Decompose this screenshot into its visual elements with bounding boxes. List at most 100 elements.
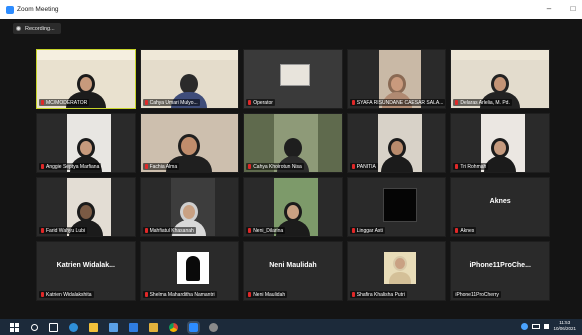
participant-name: Shafira Khalisha Putri bbox=[356, 291, 405, 298]
mic-muted-icon bbox=[455, 100, 459, 105]
settings-icon[interactable] bbox=[209, 322, 218, 332]
video-tile[interactable]: Tri Rohmah bbox=[450, 113, 550, 173]
file-explorer-icon[interactable] bbox=[89, 322, 98, 332]
participant-name: Neni_Dilarina bbox=[253, 227, 284, 234]
video-tile[interactable]: Mahfiatul Khasanah bbox=[139, 177, 240, 237]
mic-muted-icon bbox=[41, 164, 44, 169]
video-tile[interactable]: Cahya Khoirotun Nisa bbox=[243, 113, 343, 173]
profile-picture bbox=[383, 252, 416, 284]
mic-muted-icon bbox=[144, 100, 148, 105]
participant-name: PANITIA bbox=[356, 163, 376, 170]
participant-video-icon bbox=[380, 138, 413, 172]
participant-name: Aknes bbox=[460, 227, 475, 234]
video-tile[interactable]: PANITIA bbox=[346, 113, 447, 173]
task-view-icon[interactable] bbox=[49, 322, 58, 332]
recording-label: Recording... bbox=[25, 25, 55, 32]
participant-name: Mahfiatul Khasanah bbox=[149, 227, 194, 234]
video-tile[interactable]: Neni_Dilarina bbox=[243, 177, 343, 237]
recording-indicator[interactable]: Recording... bbox=[13, 23, 61, 34]
zoom-icon[interactable] bbox=[189, 322, 198, 332]
mic-muted-icon bbox=[248, 164, 252, 169]
participant-name: iPhone11ProCherry bbox=[455, 291, 499, 298]
dropbox-icon[interactable] bbox=[129, 322, 138, 332]
gallery-row: MC/MODERATOR Cahya Umari Mulyo... Operat… bbox=[36, 49, 550, 109]
chrome-icon[interactable] bbox=[169, 322, 178, 332]
participant-name: Farid Wahyu Lubi bbox=[46, 227, 85, 234]
mic-muted-icon bbox=[144, 164, 148, 169]
video-tile[interactable]: SYAFA RISUNDANE CAESAR SALA... bbox=[346, 49, 447, 109]
video-tile[interactable]: Cahya Umari Mulyo... bbox=[139, 49, 240, 109]
mic-muted-icon bbox=[248, 100, 252, 105]
gallery-row: Farid Wahyu Lubi Mahfiatul Khasanah Neni… bbox=[36, 177, 550, 237]
mic-muted-icon bbox=[144, 292, 148, 297]
start-icon[interactable] bbox=[10, 322, 19, 332]
window-titlebar: Zoom Meeting – □ bbox=[0, 0, 582, 19]
wifi-icon[interactable] bbox=[521, 322, 529, 330]
participant-name: Cahya Khoirotun Nisa bbox=[253, 163, 302, 170]
mic-muted-icon bbox=[351, 100, 355, 105]
participant-name: Neni Maulidah bbox=[253, 291, 286, 298]
participant-display-name: iPhone11ProChe... bbox=[469, 262, 531, 269]
maximize-button[interactable]: □ bbox=[568, 3, 578, 15]
profile-picture bbox=[176, 252, 209, 284]
volume-icon[interactable] bbox=[544, 323, 550, 329]
video-tile[interactable]: Anggie Septya Marfiana bbox=[36, 113, 136, 173]
video-tile[interactable]: Shafira Khalisha Putri bbox=[346, 241, 447, 301]
mic-muted-icon bbox=[248, 292, 252, 297]
video-tile[interactable]: Aknes Aknes bbox=[450, 177, 550, 237]
gallery-row: Anggie Septya Marfiana Fachia Alma Cahya… bbox=[36, 113, 550, 173]
search-icon[interactable] bbox=[31, 323, 38, 331]
participant-name: Cahya Umari Mulyo... bbox=[149, 99, 198, 106]
meeting-stage: Recording... MC/MODERATOR Cahya Umari Mu… bbox=[0, 19, 582, 319]
participant-display-name: Aknes bbox=[489, 198, 511, 205]
window-controls: – □ bbox=[544, 3, 578, 15]
minimize-button[interactable]: – bbox=[544, 3, 554, 15]
participant-name: Katrien Widalakshita bbox=[46, 291, 92, 298]
zoom-logo-icon bbox=[6, 5, 14, 14]
system-tray: 11:53 10/06/2021 bbox=[521, 320, 576, 332]
mic-muted-icon bbox=[144, 228, 148, 233]
participant-name: Shelma Maharditha Namantri bbox=[149, 291, 215, 298]
slack-icon[interactable] bbox=[149, 322, 158, 332]
participant-name: MC/MODERATOR bbox=[46, 99, 88, 106]
participant-name: Delaras Arlelia, M. Pd. bbox=[460, 99, 510, 106]
mic-muted-icon bbox=[41, 100, 44, 105]
mic-muted-icon bbox=[455, 228, 459, 233]
video-tile[interactable]: MC/MODERATOR bbox=[36, 49, 136, 109]
edge-icon[interactable] bbox=[69, 322, 78, 332]
recording-dot-icon bbox=[16, 26, 21, 31]
window-title: Zoom Meeting bbox=[17, 6, 59, 13]
mic-muted-icon bbox=[351, 228, 355, 233]
gallery-row: Katrien Widalak... Katrien Widalakshita … bbox=[36, 241, 550, 301]
participant-name: Operator bbox=[253, 99, 273, 106]
taskbar-clock[interactable]: 11:53 10/06/2021 bbox=[553, 320, 576, 332]
video-tile[interactable]: Delaras Arlelia, M. Pd. bbox=[450, 49, 550, 109]
mic-muted-icon bbox=[41, 292, 44, 297]
mic-muted-icon bbox=[455, 164, 459, 169]
store-icon[interactable] bbox=[109, 322, 118, 332]
video-tile[interactable]: Fachia Alma bbox=[139, 113, 240, 173]
mic-muted-icon bbox=[248, 228, 252, 233]
participant-name: SYAFA RISUNDANE CAESAR SALA... bbox=[356, 99, 444, 106]
participant-name: Tri Rohmah bbox=[460, 163, 487, 170]
participant-display-name: Katrien Widalak... bbox=[56, 262, 115, 269]
participant-name: Anggie Septya Marfiana bbox=[46, 163, 100, 170]
participant-display-name: Neni Maulidah bbox=[269, 262, 317, 269]
participant-name: Linggar Asti bbox=[356, 227, 383, 234]
mic-muted-icon bbox=[351, 164, 355, 169]
video-tile[interactable]: Operator bbox=[243, 49, 343, 109]
battery-icon[interactable] bbox=[532, 323, 541, 329]
participant-name: Fachia Alma bbox=[149, 163, 178, 170]
windows-taskbar: 11:53 10/06/2021 bbox=[0, 319, 582, 335]
clock-date: 10/06/2021 bbox=[553, 326, 576, 331]
mic-muted-icon bbox=[41, 228, 44, 233]
video-tile[interactable]: iPhone11ProChe... iPhone11ProCherry bbox=[450, 241, 550, 301]
mic-muted-icon bbox=[351, 292, 355, 297]
video-tile[interactable]: Shelma Maharditha Namantri bbox=[139, 241, 240, 301]
participant-video-icon bbox=[484, 138, 517, 172]
video-tile[interactable]: Farid Wahyu Lubi bbox=[36, 177, 136, 237]
video-tile[interactable]: Neni Maulidah Neni Maulidah bbox=[243, 241, 343, 301]
video-tile[interactable]: Katrien Widalak... Katrien Widalakshita bbox=[36, 241, 136, 301]
gallery-grid: MC/MODERATOR Cahya Umari Mulyo... Operat… bbox=[36, 49, 550, 305]
video-tile[interactable]: Linggar Asti bbox=[346, 177, 447, 237]
